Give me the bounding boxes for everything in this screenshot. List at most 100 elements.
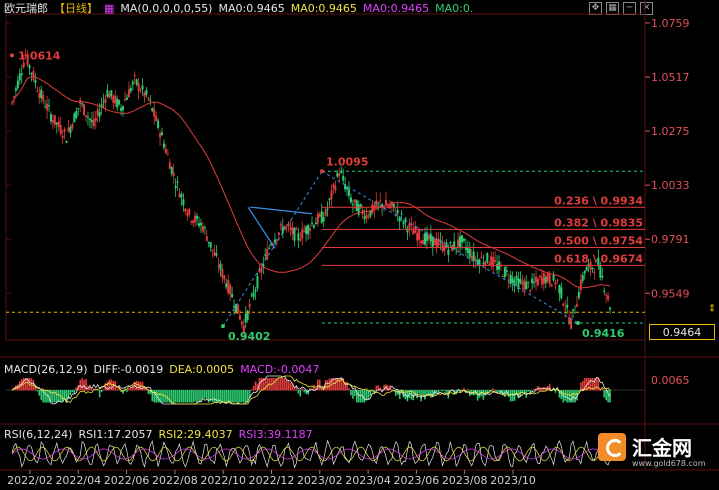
candle bbox=[529, 289, 532, 294]
candle bbox=[505, 265, 508, 277]
candle-body bbox=[461, 235, 463, 243]
macd-bar bbox=[40, 390, 43, 400]
candle bbox=[135, 78, 138, 87]
candle-body bbox=[305, 226, 308, 235]
macd-bar bbox=[91, 389, 93, 391]
candle bbox=[32, 66, 35, 82]
candle bbox=[435, 232, 438, 254]
macd-bar bbox=[418, 390, 420, 394]
macd-bar bbox=[334, 378, 337, 391]
x-tick-label: 2023/10 bbox=[490, 474, 536, 487]
candle bbox=[535, 270, 538, 291]
candle bbox=[211, 249, 214, 258]
candle-body bbox=[593, 272, 596, 274]
candle bbox=[221, 263, 224, 283]
candle bbox=[291, 220, 294, 241]
macd-bar bbox=[182, 390, 185, 403]
candle bbox=[542, 270, 545, 291]
candle bbox=[170, 166, 173, 177]
logo-url: www.gold678.com bbox=[632, 459, 706, 468]
candle-body bbox=[441, 242, 444, 251]
macd-bar bbox=[206, 390, 208, 400]
candle-body bbox=[221, 268, 224, 278]
macd-bar bbox=[128, 388, 130, 391]
candle bbox=[65, 140, 68, 144]
candle bbox=[145, 86, 148, 98]
candle bbox=[570, 313, 573, 330]
candle bbox=[496, 255, 499, 274]
candle-body bbox=[423, 233, 426, 245]
candle-body bbox=[120, 107, 123, 111]
candle bbox=[256, 273, 259, 292]
candle-body bbox=[359, 204, 362, 207]
price-chart[interactable]: 1.0759 1.0517 1.0275 1.0033 0.9791 0.9549 0.00… bbox=[0, 0, 719, 490]
macd-bar bbox=[254, 381, 257, 391]
fib-level-label: 0.500 \ 0.9754 bbox=[554, 234, 643, 247]
candle bbox=[540, 269, 543, 289]
candle bbox=[199, 218, 202, 234]
candle bbox=[231, 286, 234, 299]
candle bbox=[503, 266, 506, 280]
y-tick-label: 1.0275 bbox=[651, 125, 690, 138]
candle-body bbox=[570, 319, 573, 329]
macd-bar bbox=[229, 390, 231, 403]
candle-body bbox=[556, 279, 559, 281]
candle-body bbox=[519, 279, 522, 283]
macd-bar bbox=[317, 379, 319, 391]
candle bbox=[523, 277, 526, 296]
candle bbox=[139, 87, 142, 93]
candle bbox=[67, 119, 70, 133]
candle bbox=[159, 130, 162, 146]
macd-bar bbox=[233, 390, 235, 403]
candle bbox=[90, 112, 93, 129]
candle bbox=[147, 96, 150, 102]
candle bbox=[178, 187, 181, 198]
candle bbox=[215, 244, 218, 258]
candle-body bbox=[316, 214, 319, 224]
candle bbox=[34, 73, 37, 89]
fib-level-label: 0.618 \ 0.9674 bbox=[554, 252, 643, 265]
candle bbox=[351, 199, 354, 214]
macd-bar bbox=[221, 390, 224, 403]
candle bbox=[492, 251, 495, 274]
candle-body bbox=[46, 103, 49, 111]
candle bbox=[311, 216, 313, 227]
candle bbox=[236, 304, 239, 314]
candle bbox=[73, 112, 76, 123]
candle bbox=[482, 255, 485, 267]
candle bbox=[353, 199, 356, 210]
macd-bar bbox=[441, 390, 444, 392]
candle-body bbox=[566, 304, 569, 308]
candle bbox=[420, 239, 423, 248]
macd-bar bbox=[180, 390, 183, 403]
candle bbox=[297, 227, 300, 249]
macd-bar bbox=[338, 378, 341, 391]
candle-body bbox=[139, 90, 142, 92]
candle-body bbox=[501, 275, 504, 277]
candle-body bbox=[16, 80, 19, 89]
candle-body bbox=[34, 80, 37, 83]
candle-body bbox=[69, 127, 72, 134]
macd-bar bbox=[71, 390, 74, 393]
candle bbox=[240, 320, 243, 329]
candle bbox=[447, 244, 450, 263]
candle bbox=[223, 274, 226, 284]
candle bbox=[607, 291, 610, 302]
macd-bar bbox=[424, 390, 426, 400]
candle-body bbox=[233, 305, 236, 308]
candle bbox=[198, 216, 201, 229]
macd-bar bbox=[278, 378, 280, 391]
candle-body bbox=[332, 184, 335, 188]
macd-bar bbox=[352, 390, 354, 399]
candle bbox=[184, 207, 187, 215]
candle-body bbox=[118, 100, 121, 105]
candle bbox=[515, 271, 518, 287]
candle bbox=[511, 271, 514, 292]
candle-body bbox=[472, 251, 475, 262]
candle bbox=[349, 193, 352, 204]
macd-bar bbox=[426, 390, 428, 394]
candle bbox=[517, 271, 520, 293]
candle bbox=[381, 203, 384, 216]
annotation-marker bbox=[221, 324, 225, 329]
candle bbox=[233, 299, 236, 316]
